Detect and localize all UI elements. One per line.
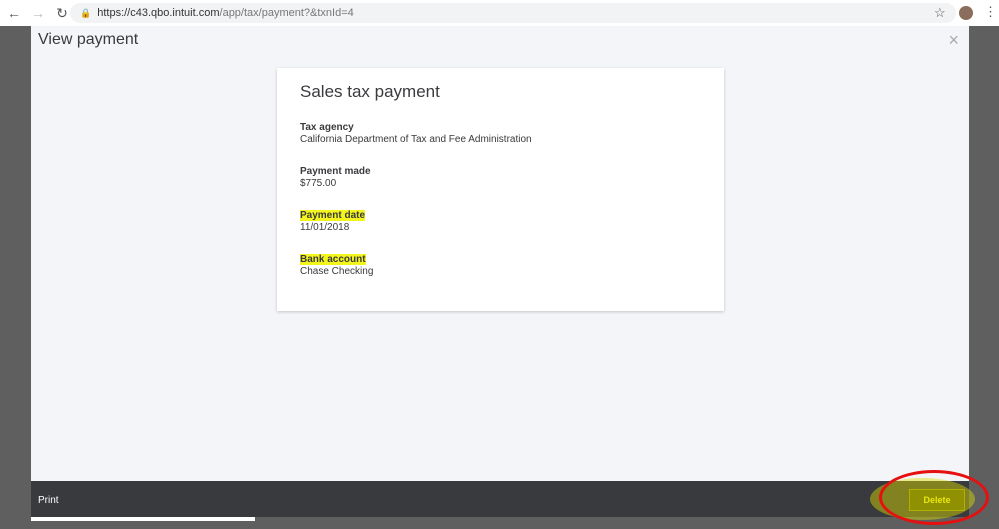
- back-icon[interactable]: ←: [4, 5, 24, 21]
- scrollbar[interactable]: [31, 517, 255, 521]
- field-label: Payment date: [300, 210, 366, 221]
- address-bar[interactable]: 🔒 https://c43.qbo.intuit.com/app/tax/paym…: [70, 3, 956, 23]
- print-button[interactable]: Print: [38, 495, 59, 506]
- field-bank-account: Bank account Chase Checking: [300, 254, 701, 278]
- field-value: $775.00: [300, 178, 337, 189]
- field-value: California Department of Tax and Fee Adm…: [300, 134, 532, 145]
- url-host: https://c43.qbo.intuit.com: [97, 7, 220, 19]
- star-icon[interactable]: ☆: [934, 5, 946, 21]
- field-label: Bank account: [300, 254, 366, 265]
- field-label: Payment made: [300, 166, 371, 177]
- payment-card: Sales tax payment Tax agency California D…: [277, 68, 724, 311]
- lock-icon: 🔒: [80, 7, 92, 18]
- modal-title: View payment: [38, 31, 139, 48]
- more-icon[interactable]: ⋮: [984, 4, 997, 20]
- view-payment-modal: View payment × Sales tax payment Tax age…: [31, 26, 969, 481]
- field-value: Chase Checking: [300, 266, 374, 277]
- field-label: Tax agency: [300, 122, 354, 133]
- red-circle-annotation: [879, 470, 989, 525]
- url-path: /app/tax/payment?&txnId=4: [219, 7, 354, 19]
- close-icon[interactable]: ×: [948, 30, 959, 51]
- modal-footer: Print Delete: [31, 481, 969, 517]
- avatar[interactable]: [959, 6, 973, 20]
- field-value: 11/01/2018: [300, 222, 350, 233]
- card-title: Sales tax payment: [300, 82, 440, 101]
- browser-toolbar: ← → ↻ 🔒 https://c43.qbo.intuit.com/app/ta…: [0, 0, 999, 26]
- forward-icon[interactable]: →: [28, 5, 48, 21]
- field-payment-date: Payment date 11/01/2018: [300, 210, 701, 234]
- field-tax-agency: Tax agency California Department of Tax a…: [300, 122, 701, 146]
- reload-icon[interactable]: ↻: [52, 5, 72, 22]
- field-payment-made: Payment made $775.00: [300, 166, 701, 190]
